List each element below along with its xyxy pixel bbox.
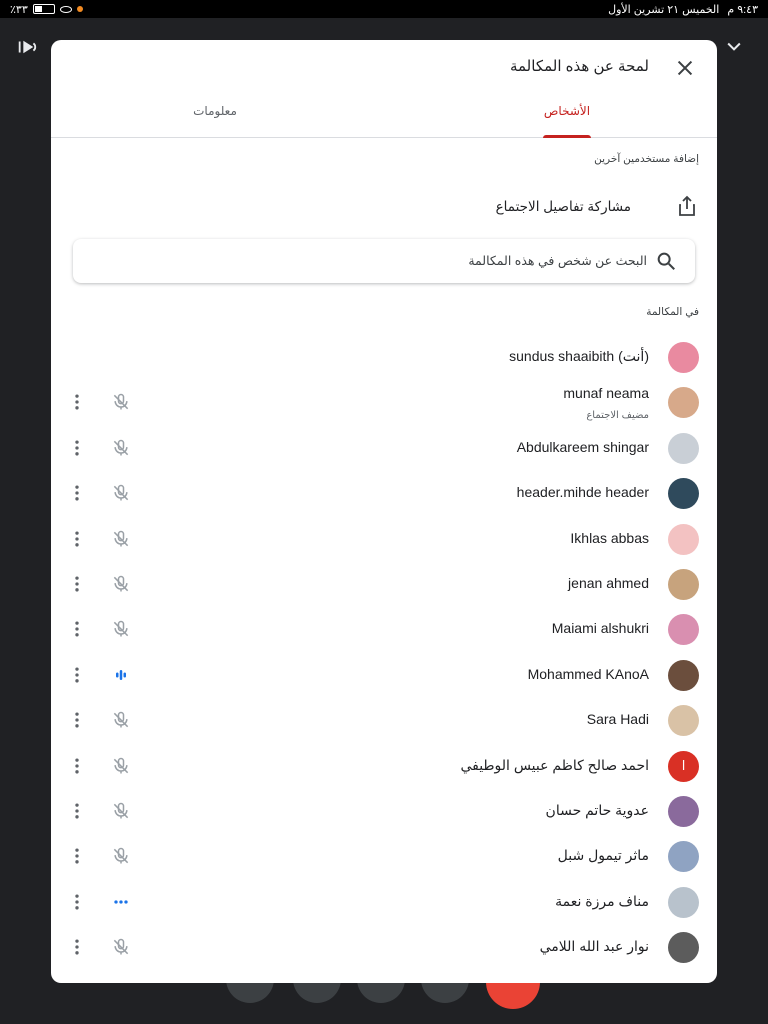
mic-off-icon bbox=[111, 846, 131, 866]
more-vert-icon[interactable] bbox=[67, 527, 87, 551]
participant-name: jenan ahmed bbox=[568, 574, 649, 591]
mic-off-icon bbox=[111, 937, 131, 957]
participant-row[interactable]: Mohammed KAnoA bbox=[51, 653, 717, 698]
more-vert-icon[interactable] bbox=[67, 390, 87, 414]
chevron-down-icon[interactable] bbox=[724, 36, 744, 56]
participant-row[interactable]: مناف مرزة نعمة bbox=[51, 880, 717, 925]
participant-name: Maiami alshukri bbox=[551, 620, 649, 637]
status-bar-left: ٪٣٣ bbox=[10, 3, 83, 16]
more-vert-icon[interactable] bbox=[67, 572, 87, 596]
more-vert-icon[interactable] bbox=[67, 799, 87, 823]
add-users-label: إضافة مستخدمين آخرين bbox=[594, 153, 699, 165]
more-vert-icon[interactable] bbox=[67, 844, 87, 868]
status-bar: ٪٣٣ الخميس ٢١ تشرين الأول ٩:٤٣ م bbox=[0, 0, 768, 18]
share-meeting-details-button[interactable]: مشاركة تفاصيل الاجتماع bbox=[69, 190, 699, 226]
avatar bbox=[668, 614, 699, 646]
mic-off-icon bbox=[111, 483, 131, 503]
audio-output-icon[interactable] bbox=[16, 36, 38, 58]
mic-off-icon bbox=[111, 619, 131, 639]
status-time: ٩:٤٣ م bbox=[727, 3, 758, 16]
participant-row[interactable]: Maiami alshukri bbox=[51, 607, 717, 652]
more-vert-icon[interactable] bbox=[67, 935, 87, 959]
avatar bbox=[668, 568, 699, 600]
mic-off-icon bbox=[111, 529, 131, 549]
panel-header: لمحة عن هذه المكالمة bbox=[51, 40, 717, 96]
participant-name: Sara Hadi bbox=[586, 711, 649, 728]
avatar: ا bbox=[668, 750, 699, 782]
participant-name: munaf neama bbox=[563, 385, 649, 402]
panel-title: لمحة عن هذه المكالمة bbox=[509, 58, 649, 75]
avatar bbox=[668, 432, 699, 464]
avatar bbox=[668, 342, 699, 373]
more-vert-icon[interactable] bbox=[67, 754, 87, 778]
avatar bbox=[668, 523, 699, 555]
participant-name: sundus shaaibith (أنت) bbox=[509, 348, 649, 364]
participant-role: مضيف الاجتماع bbox=[586, 410, 649, 422]
participant-name: نوار عبد الله اللامي bbox=[539, 938, 649, 955]
battery-percent: ٪٣٣ bbox=[10, 3, 28, 16]
avatar bbox=[668, 705, 699, 737]
recording-dot-icon bbox=[76, 6, 83, 12]
participant-name: Abdulkareem shingar bbox=[516, 438, 649, 455]
tab-info[interactable]: معلومات bbox=[185, 104, 245, 138]
mic-off-icon bbox=[111, 392, 131, 412]
participant-row[interactable]: Ikhlas abbas bbox=[51, 517, 717, 562]
participant-row[interactable]: نوار عبد الله اللامي bbox=[51, 925, 717, 970]
more-vert-icon[interactable] bbox=[67, 890, 87, 914]
participant-row[interactable]: Sara Hadi bbox=[51, 698, 717, 743]
participant-row[interactable]: ماثر تيمول شبل bbox=[51, 834, 717, 879]
eye-icon bbox=[59, 5, 72, 13]
avatar bbox=[668, 659, 699, 691]
status-date: الخميس ٢١ تشرين الأول bbox=[608, 3, 720, 16]
avatar bbox=[668, 841, 699, 873]
search-input[interactable] bbox=[107, 239, 647, 283]
mic-off-icon bbox=[111, 801, 131, 821]
status-bar-right: الخميس ٢١ تشرين الأول ٩:٤٣ م bbox=[608, 3, 758, 16]
participant-row[interactable]: sundus shaaibith (أنت) bbox=[51, 335, 717, 380]
close-icon[interactable] bbox=[671, 54, 699, 82]
participant-name: مناف مرزة نعمة bbox=[555, 892, 649, 909]
participant-row[interactable]: ا احمد صالح كاظم عبيس الوطيفي bbox=[51, 744, 717, 789]
search-box bbox=[73, 239, 695, 283]
share-label: مشاركة تفاصيل الاجتماع bbox=[495, 199, 631, 214]
search-icon bbox=[655, 250, 677, 272]
avatar bbox=[668, 387, 699, 419]
participant-row[interactable]: header.mihde header bbox=[51, 471, 717, 516]
participant-row[interactable]: jenan ahmed bbox=[51, 562, 717, 607]
more-vert-icon[interactable] bbox=[67, 436, 87, 460]
connecting-dots-icon bbox=[111, 892, 131, 912]
participant-row[interactable]: munaf neama مضيف الاجتماع bbox=[51, 380, 717, 425]
participant-name: Mohammed KAnoA bbox=[527, 665, 649, 682]
battery-icon bbox=[32, 4, 55, 14]
more-vert-icon[interactable] bbox=[67, 663, 87, 687]
tab-people[interactable]: الأشخاص bbox=[537, 104, 597, 138]
speaking-indicator-icon bbox=[111, 665, 131, 685]
participant-name: Ikhlas abbas bbox=[570, 529, 649, 546]
share-icon bbox=[673, 194, 699, 220]
avatar bbox=[668, 795, 699, 827]
participant-row[interactable]: عدوية حاتم حسان bbox=[51, 789, 717, 834]
participant-list: sundus shaaibith (أنت) munaf neama مضيف ال… bbox=[51, 335, 717, 970]
avatar bbox=[668, 478, 699, 510]
more-vert-icon[interactable] bbox=[67, 708, 87, 732]
tab-bar: الأشخاص معلومات bbox=[51, 96, 717, 138]
participant-name: عدوية حاتم حسان bbox=[545, 801, 649, 818]
participant-name: ماثر تيمول شبل bbox=[557, 847, 649, 864]
participant-row[interactable]: Abdulkareem shingar bbox=[51, 426, 717, 471]
mic-off-icon bbox=[111, 710, 131, 730]
participant-name: header.mihde header bbox=[516, 484, 649, 501]
mic-off-icon bbox=[111, 438, 131, 458]
mic-off-icon bbox=[111, 756, 131, 776]
more-vert-icon[interactable] bbox=[67, 617, 87, 641]
avatar bbox=[668, 886, 699, 918]
mic-off-icon bbox=[111, 574, 131, 594]
participant-name: احمد صالح كاظم عبيس الوطيفي bbox=[460, 756, 649, 773]
call-details-panel: لمحة عن هذه المكالمة الأشخاص معلومات إضا… bbox=[51, 40, 717, 983]
avatar bbox=[668, 932, 699, 964]
more-vert-icon[interactable] bbox=[67, 481, 87, 505]
in-call-label: في المكالمة bbox=[646, 306, 699, 318]
